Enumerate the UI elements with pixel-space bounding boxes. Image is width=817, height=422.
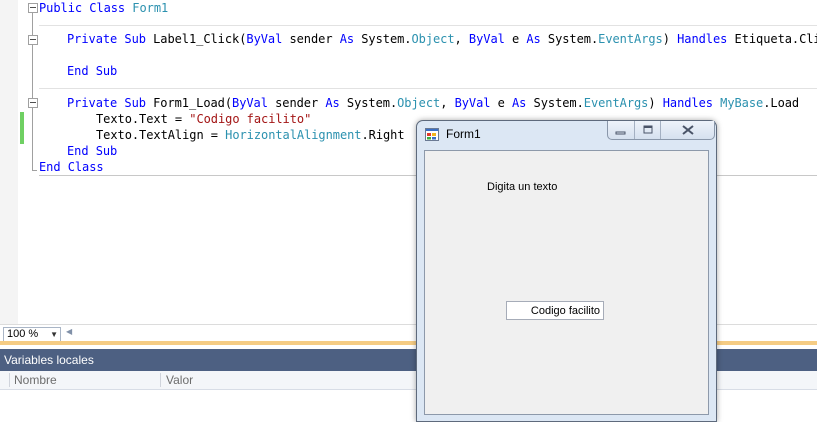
code-line: End Class: [39, 160, 104, 174]
form1-title: Form1: [446, 127, 481, 141]
minimize-icon: [615, 131, 626, 135]
code-line: Texto.TextAlign = HorizontalAlignment.Ri…: [96, 128, 405, 142]
etiqueta-label[interactable]: Digita un texto: [487, 181, 557, 193]
maximize-icon: [643, 125, 653, 134]
maximize-button[interactable]: [634, 121, 661, 139]
caption-buttons: [607, 121, 715, 140]
close-icon: [682, 125, 694, 135]
form1-window[interactable]: Form1 Digita un texto Codigo facilito: [416, 120, 717, 422]
code-line: Private Sub Label1_Click(ByVal sender As…: [67, 32, 817, 46]
form1-titlebar[interactable]: Form1: [417, 121, 716, 148]
zoom-select[interactable]: 100 % ▼: [3, 327, 61, 342]
form1-client-area: Digita un texto Codigo facilito: [424, 150, 709, 415]
column-divider[interactable]: [160, 373, 161, 387]
code-line: Texto.Text = "Codigo facilito": [96, 112, 312, 126]
texto-textbox[interactable]: Codigo facilito: [506, 301, 604, 320]
code-line: End Sub: [67, 144, 118, 158]
chevron-down-icon[interactable]: ▼: [50, 328, 58, 341]
code-line: Private Sub Form1_Load(ByVal sender As S…: [67, 96, 800, 110]
code-line: Public Class Form1: [39, 1, 169, 15]
column-header-name[interactable]: Nombre: [14, 371, 57, 389]
code-line: End Sub: [67, 64, 118, 78]
minimize-button[interactable]: [608, 121, 634, 139]
scroll-left-icon[interactable]: ◀: [66, 327, 72, 336]
zoom-level: 100 %: [7, 328, 39, 340]
column-header-value[interactable]: Valor: [166, 371, 193, 389]
close-button[interactable]: [660, 121, 715, 139]
locals-panel-title: Variables locales: [4, 353, 94, 367]
column-divider: [9, 373, 10, 387]
windows-form-icon: [425, 128, 439, 141]
